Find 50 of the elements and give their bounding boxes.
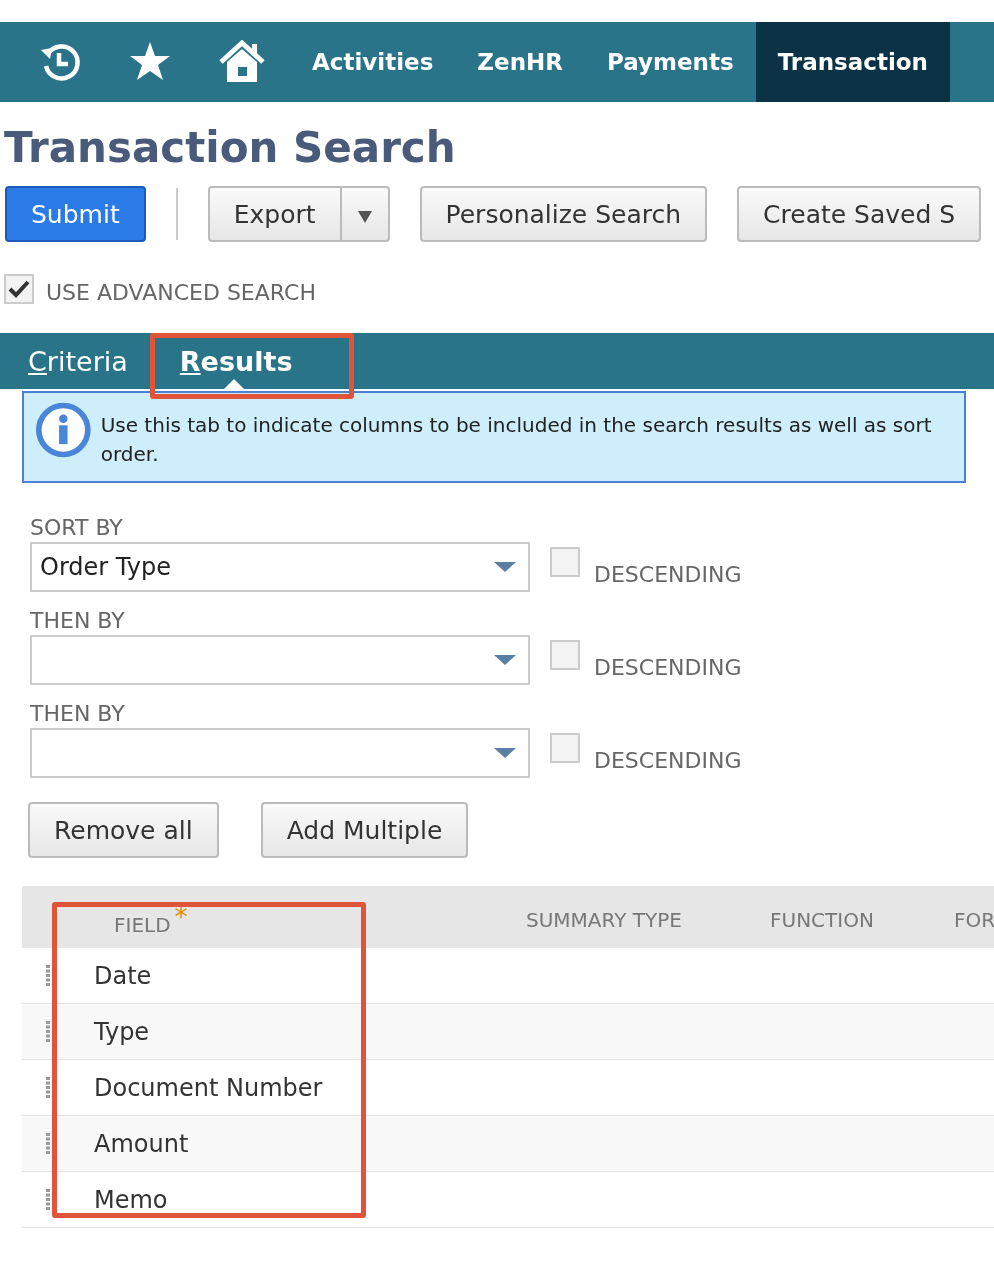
nav-tab[interactable]: Payments [585, 22, 756, 102]
checkbox-label: DESCENDING [594, 561, 742, 587]
caret-icon [494, 748, 516, 758]
checkbox-label: DESCENDING [594, 747, 742, 773]
column-header: FUNCTION [770, 908, 874, 932]
toolbar-button[interactable]: Personalize Search [419, 186, 708, 242]
select-field[interactable]: Order Type [30, 542, 530, 592]
info-text: Use this tab to indicate columns to be included in the search results as well as sort order. [100, 412, 933, 468]
nav-tab[interactable]: ZenHR [455, 22, 585, 102]
table-cell: Amount [94, 1129, 189, 1158]
drag-handle-icon[interactable] [46, 964, 50, 987]
nav-tab[interactable]: Activities [290, 22, 456, 102]
checkbox-label: USE ADVANCED SEARCH [46, 280, 316, 305]
required-marker: * [174, 902, 188, 932]
table-cell: Document Number [94, 1073, 323, 1102]
table-cell: Type [94, 1017, 150, 1046]
column-header: SUMMARY TYPE [526, 908, 682, 932]
action-button[interactable]: Add Multiple [260, 802, 469, 858]
column-header: FIELD [114, 913, 171, 937]
export-button[interactable]: Export [207, 186, 342, 242]
table-cell: Date [94, 961, 152, 990]
drag-handle-icon[interactable] [46, 1076, 50, 1099]
field-label: THEN BY [30, 608, 126, 633]
nav-tab[interactable]: Transaction [755, 22, 950, 102]
drag-handle-icon[interactable] [46, 1020, 50, 1043]
caret-icon [494, 655, 516, 665]
select-field[interactable] [30, 635, 530, 685]
checkbox-label: DESCENDING [594, 654, 742, 680]
tab[interactable]: Criteria [28, 333, 154, 389]
toolbar-button[interactable]: Create Saved S [737, 186, 982, 242]
submit-button[interactable]: Submit [5, 186, 146, 242]
home-icon[interactable] [218, 40, 266, 84]
checkbox[interactable] [550, 640, 580, 670]
drag-handle-icon[interactable] [46, 1188, 50, 1211]
info-icon [36, 401, 91, 459]
column-header: FOR [954, 908, 994, 932]
field-label: THEN BY [30, 701, 126, 726]
dropdown-button[interactable] [341, 186, 390, 242]
drag-handle-icon[interactable] [46, 1132, 50, 1155]
caret-icon [357, 210, 372, 223]
caret-icon [494, 562, 516, 572]
checkbox[interactable] [4, 273, 34, 304]
field-label: SORT BY [30, 515, 124, 540]
checkbox[interactable] [550, 733, 580, 763]
select-field[interactable] [30, 728, 530, 778]
action-button[interactable]: Remove all [28, 802, 219, 858]
checkbox[interactable] [550, 547, 580, 577]
table-cell: Memo [94, 1185, 168, 1214]
tab[interactable]: Results [179, 333, 319, 389]
page-title: Transaction Search [4, 122, 457, 174]
